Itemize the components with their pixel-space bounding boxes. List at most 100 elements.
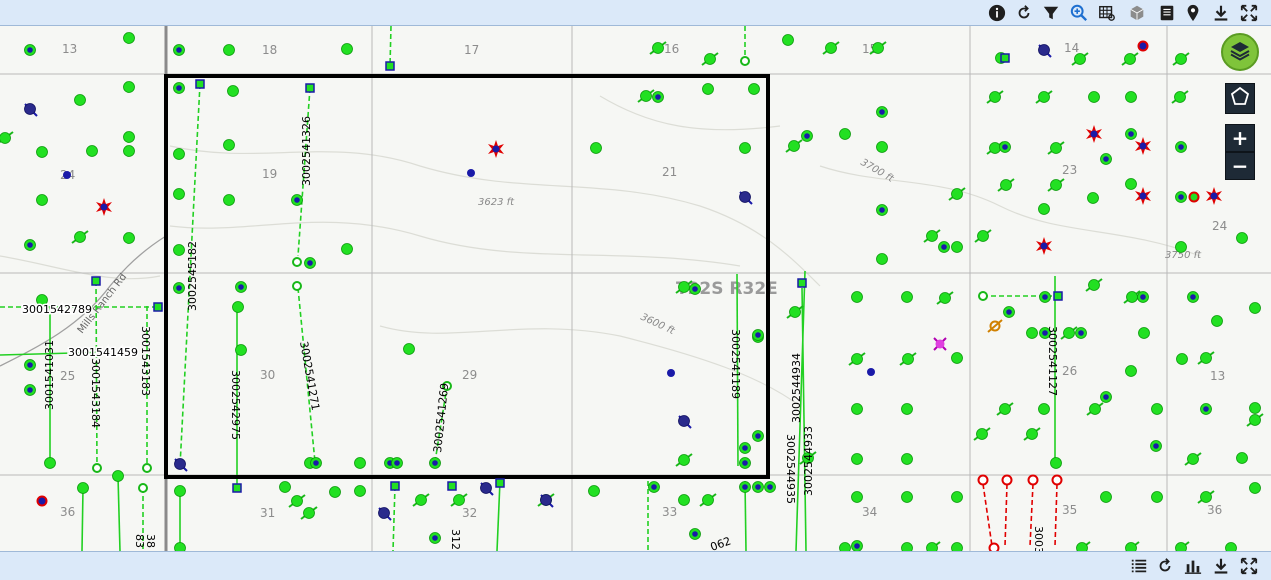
well-marker[interactable]: [1184, 452, 1202, 466]
refresh-icon[interactable]: [1155, 556, 1175, 576]
well-marker[interactable]: [739, 442, 751, 454]
draw-polygon-button[interactable]: [1225, 83, 1255, 114]
well-marker[interactable]: [739, 481, 751, 493]
well-marker[interactable]: [901, 542, 913, 552]
well-marker[interactable]: [876, 253, 888, 265]
well-marker[interactable]: [899, 352, 917, 366]
well-marker[interactable]: [876, 141, 888, 153]
download-icon[interactable]: [1211, 3, 1231, 23]
well-marker[interactable]: [997, 178, 1015, 192]
well-marker[interactable]: [974, 229, 992, 243]
well-marker[interactable]: [1249, 302, 1261, 314]
well-marker[interactable]: [385, 61, 395, 71]
well-marker[interactable]: [1100, 153, 1112, 165]
well-marker[interactable]: [786, 305, 804, 319]
well-marker[interactable]: [738, 190, 753, 205]
well-marker[interactable]: [699, 493, 717, 507]
well-marker[interactable]: [1175, 141, 1187, 153]
well-marker[interactable]: [232, 483, 242, 493]
well-marker[interactable]: [839, 542, 851, 552]
well-marker[interactable]: [1073, 541, 1091, 551]
well-marker[interactable]: [1088, 91, 1100, 103]
well-marker[interactable]: [901, 491, 913, 503]
well-marker[interactable]: [1037, 43, 1052, 58]
well-marker[interactable]: [1187, 291, 1199, 303]
well-marker[interactable]: [354, 485, 366, 497]
well-marker[interactable]: [739, 457, 751, 469]
well-marker[interactable]: [689, 528, 701, 540]
well-marker[interactable]: [391, 457, 403, 469]
well-marker[interactable]: [1000, 53, 1010, 63]
well-marker[interactable]: [223, 44, 235, 56]
well-marker[interactable]: [1236, 452, 1248, 464]
well-marker[interactable]: [782, 34, 794, 46]
well-marker[interactable]: [1001, 474, 1013, 486]
well-marker[interactable]: [74, 94, 86, 106]
well-marker[interactable]: [341, 243, 353, 255]
well-marker[interactable]: [412, 493, 430, 507]
well-marker[interactable]: [300, 506, 318, 520]
well-marker[interactable]: [174, 542, 186, 552]
well-marker[interactable]: [901, 291, 913, 303]
well-marker[interactable]: [1038, 403, 1050, 415]
well-marker[interactable]: [123, 131, 135, 143]
well-marker[interactable]: [36, 495, 48, 507]
well-marker[interactable]: [123, 232, 135, 244]
well-marker[interactable]: [1236, 232, 1248, 244]
fullscreen-icon[interactable]: [1239, 556, 1259, 576]
well-marker[interactable]: [123, 145, 135, 157]
well-marker[interactable]: [354, 457, 366, 469]
well-marker[interactable]: [291, 194, 303, 206]
well-marker[interactable]: [1125, 128, 1137, 140]
well-marker[interactable]: [235, 281, 247, 293]
well-marker[interactable]: [36, 194, 48, 206]
filter-icon[interactable]: [1041, 3, 1061, 23]
info-icon[interactable]: [987, 3, 1007, 23]
well-marker[interactable]: [173, 44, 185, 56]
well-marker[interactable]: [429, 532, 441, 544]
well-marker[interactable]: [329, 486, 341, 498]
well-marker[interactable]: [973, 427, 991, 441]
well-marker[interactable]: [590, 142, 602, 154]
chart-icon[interactable]: [1183, 556, 1203, 576]
well-marker[interactable]: [195, 79, 205, 89]
list-icon[interactable]: [1129, 556, 1149, 576]
well-marker[interactable]: [279, 481, 291, 493]
zoom-out-button[interactable]: −: [1225, 152, 1255, 180]
well-marker[interactable]: [839, 128, 851, 140]
well-marker[interactable]: [24, 384, 36, 396]
well-marker[interactable]: [173, 457, 188, 472]
well-marker[interactable]: [1249, 482, 1261, 494]
download-icon[interactable]: [1211, 556, 1231, 576]
well-marker[interactable]: [1172, 52, 1190, 66]
well-marker[interactable]: [1249, 402, 1261, 414]
fullscreen-icon[interactable]: [1239, 3, 1259, 23]
well-marker[interactable]: [1047, 178, 1065, 192]
well-marker[interactable]: [588, 485, 600, 497]
well-marker[interactable]: [304, 257, 316, 269]
well-marker[interactable]: [24, 239, 36, 251]
well-marker[interactable]: [223, 194, 235, 206]
well-marker[interactable]: [822, 41, 840, 55]
well-marker[interactable]: [1085, 278, 1103, 292]
well-marker[interactable]: [92, 463, 102, 473]
well-marker[interactable]: [71, 230, 89, 244]
well-marker[interactable]: [999, 141, 1011, 153]
well-marker[interactable]: [450, 493, 468, 507]
well-marker[interactable]: [1035, 90, 1053, 104]
well-marker[interactable]: [1172, 541, 1190, 551]
well-marker[interactable]: [876, 204, 888, 216]
well-marker[interactable]: [701, 52, 719, 66]
well-marker[interactable]: [675, 453, 693, 467]
well-marker[interactable]: [1125, 91, 1137, 103]
well-marker[interactable]: [1026, 327, 1038, 339]
well-marker[interactable]: [1100, 391, 1112, 403]
well-marker[interactable]: [648, 481, 660, 493]
well-marker[interactable]: [1027, 474, 1039, 486]
well-marker[interactable]: [1003, 306, 1015, 318]
well-marker[interactable]: [1151, 491, 1163, 503]
well-marker[interactable]: [1100, 491, 1112, 503]
well-marker[interactable]: [24, 359, 36, 371]
well-marker[interactable]: [495, 478, 505, 488]
well-marker[interactable]: [901, 453, 913, 465]
